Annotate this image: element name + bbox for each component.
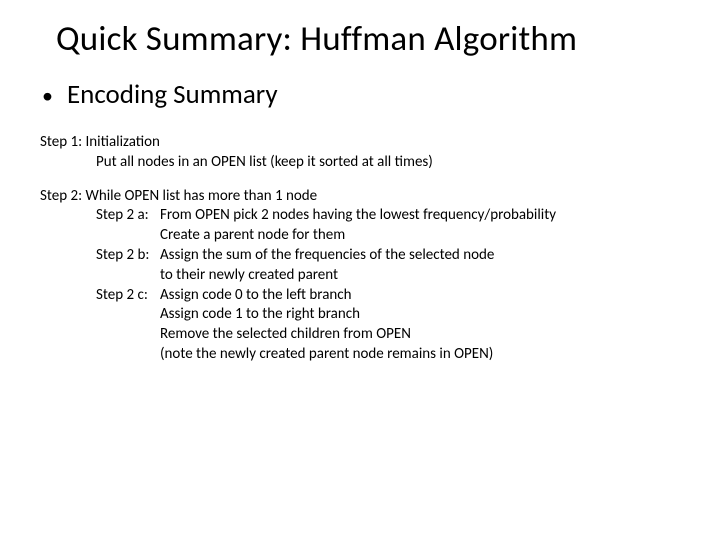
step2c-row3: Remove the selected children from OPEN [96,325,680,345]
step2c-label: Step 2 c: [96,286,160,306]
step2b-line2: to their newly created parent [160,266,338,286]
step1-head: Step 1: Initialization [40,133,680,153]
step2a-row1: Step 2 a: From OPEN pick 2 nodes having … [96,206,680,226]
step2-head: Step 2: While OPEN list has more than 1 … [40,187,680,207]
step2b-label-empty [96,266,160,286]
step2c-line1: Assign code 0 to the left branch [160,286,351,306]
step2a-line2: Create a parent node for them [160,226,345,246]
step2a-row2: Create a parent node for them [96,226,680,246]
step2c-line3: Remove the selected children from OPEN [160,325,411,345]
step2a-label-empty [96,226,160,246]
step2c-line4: (note the newly created parent node rema… [160,345,493,365]
step2b-label: Step 2 b: [96,246,160,266]
step2b-row2: to their newly created parent [96,266,680,286]
step2c-label-empty3 [96,345,160,365]
step2c-label-empty2 [96,325,160,345]
step2a-line1: From OPEN pick 2 nodes having the lowest… [160,206,556,226]
step2c-row2: Assign code 1 to the right branch [96,305,680,325]
step2c-label-empty1 [96,305,160,325]
slide-title: Quick Summary: Huffman Algorithm [56,18,680,60]
step2b-line1: Assign the sum of the frequencies of the… [160,246,494,266]
step2c-row4: (note the newly created parent node rema… [96,345,680,365]
step1-block: Step 1: Initialization Put all nodes in … [40,133,680,173]
slide: Quick Summary: Huffman Algorithm • Encod… [0,0,720,540]
bullet-item: • Encoding Summary [42,78,680,111]
step2c-row1: Step 2 c: Assign code 0 to the left bran… [96,286,680,306]
step2-block: Step 2: While OPEN list has more than 1 … [40,187,680,365]
bullet-dot-icon: • [42,85,53,107]
step2b-row1: Step 2 b: Assign the sum of the frequenc… [96,246,680,266]
step1-line1: Put all nodes in an OPEN list (keep it s… [96,153,680,173]
step2c-line2: Assign code 1 to the right branch [160,305,360,325]
bullet-text: Encoding Summary [67,78,278,111]
step2a-label: Step 2 a: [96,206,160,226]
